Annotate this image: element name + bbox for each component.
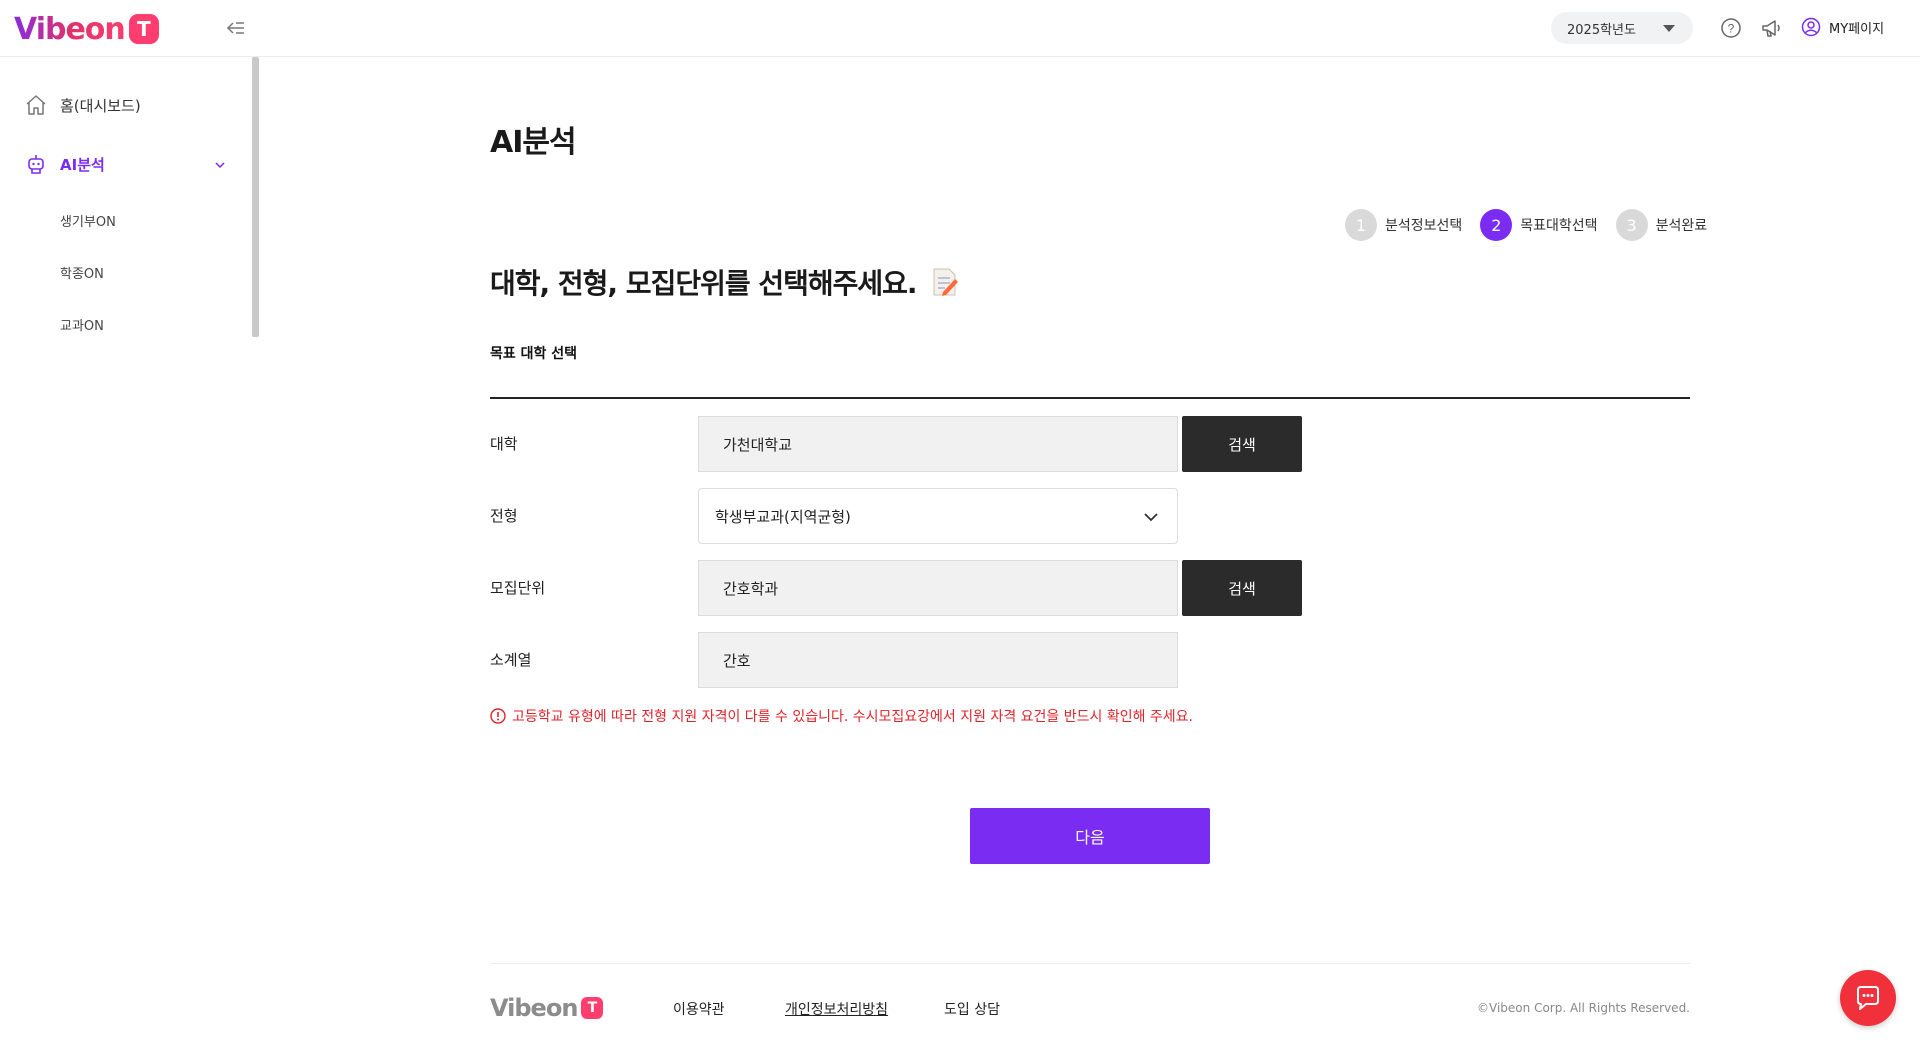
section-title: 목표 대학 선택 xyxy=(490,346,578,362)
school-year-select[interactable]: 2025학년도 xyxy=(1551,12,1693,44)
sidebar-collapse-button[interactable] xyxy=(224,16,248,40)
step-number: 2 xyxy=(1480,209,1513,241)
caret-down-icon xyxy=(1663,25,1675,32)
admission-type-select[interactable]: 학생부교과(지역균형) xyxy=(698,488,1178,544)
sidebar-item-label: 홈(대시보드) xyxy=(60,96,141,115)
school-year-value: 2025학년도 xyxy=(1567,22,1636,38)
headline-text: 대학, 전형, 모집단위를 선택해주세요. xyxy=(490,267,918,300)
footer-logo-badge: T xyxy=(581,997,604,1019)
top-header: Vibeon T 2025학년도 ? MY페이지 xyxy=(0,0,1920,57)
admission-type-value: 학생부교과(지역균형) xyxy=(715,507,851,526)
chevron-down-icon[interactable] xyxy=(213,158,227,172)
sub-field-label: 소계열 xyxy=(490,651,532,669)
step-label: 분석정보선택 xyxy=(1385,218,1463,234)
step-number: 3 xyxy=(1615,209,1648,241)
headline: 대학, 전형, 모집단위를 선택해주세요. xyxy=(490,262,959,302)
recruit-unit-search-button[interactable]: 검색 xyxy=(1182,560,1302,616)
sidebar-subitem-hakjong-on[interactable]: 학종ON xyxy=(60,263,104,282)
step-number: 1 xyxy=(1345,209,1377,241)
sidebar-item-home[interactable]: 홈(대시보드) xyxy=(24,93,141,117)
eligibility-notice: 고등학교 유형에 따라 전형 지원 자격이 다를 수 있습니다. 수시모집요강에… xyxy=(490,706,1193,726)
step-1: 1 분석정보선택 xyxy=(1345,209,1462,241)
notice-text: 고등학교 유형에 따라 전형 지원 자격이 다를 수 있습니다. 수시모집요강에… xyxy=(512,709,1194,725)
sidebar-item-ai-analysis[interactable]: AI분석 xyxy=(24,152,105,176)
recruit-unit-label: 모집단위 xyxy=(490,579,546,597)
megaphone-icon[interactable] xyxy=(1760,17,1782,39)
mypage-label: MY페이지 xyxy=(1829,21,1885,37)
recruit-unit-value: 간호학과 xyxy=(723,579,779,598)
collapse-arrow-icon xyxy=(226,22,244,34)
mypage-link[interactable]: MY페이지 xyxy=(1801,17,1884,37)
step-3: 3 분석완료 xyxy=(1615,209,1708,241)
memo-pencil-icon xyxy=(933,268,958,296)
svg-text:?: ? xyxy=(1728,22,1735,36)
admission-type-label: 전형 xyxy=(490,507,518,525)
university-label: 대학 xyxy=(490,435,518,453)
warning-circle-icon xyxy=(490,708,506,724)
university-search-button[interactable]: 검색 xyxy=(1182,416,1302,472)
chat-button[interactable] xyxy=(1840,970,1896,1026)
home-icon xyxy=(26,95,46,115)
progress-stepper: 1 분석정보선택 2 목표대학선택 3 분석완료 xyxy=(1337,209,1707,241)
brand-logo[interactable]: Vibeon T xyxy=(14,11,159,47)
help-icon[interactable]: ? xyxy=(1720,17,1742,39)
chat-bubble-icon xyxy=(1857,986,1879,1010)
sub-field-field[interactable]: 간호 xyxy=(698,632,1178,688)
terms-link[interactable]: 이용약관 xyxy=(673,999,725,1019)
university-field[interactable]: 가천대학교 xyxy=(698,416,1178,472)
sidebar-scrollbar[interactable] xyxy=(252,57,259,337)
sidebar-subitem-gyogwa-on[interactable]: 교과ON xyxy=(60,315,104,334)
robot-icon xyxy=(28,155,44,174)
privacy-policy-link[interactable]: 개인정보처리방침 xyxy=(785,999,888,1019)
university-value: 가천대학교 xyxy=(723,435,793,454)
sidebar-item-label: AI분석 xyxy=(60,155,105,174)
user-circle-icon xyxy=(1801,17,1821,37)
footer-logo: Vibeon T xyxy=(490,994,604,1022)
next-button[interactable]: 다음 xyxy=(970,808,1210,864)
step-label: 분석완료 xyxy=(1655,218,1708,234)
step-label: 목표대학선택 xyxy=(1520,218,1598,234)
sidebar-subitem-saenggibu-on[interactable]: 생기부ON xyxy=(60,211,116,230)
logo-badge: T xyxy=(128,14,159,44)
sidebar xyxy=(0,57,260,1049)
sub-field-value: 간호 xyxy=(723,651,751,670)
section-divider xyxy=(490,397,1690,399)
copyright: ©Vibeon Corp. All Rights Reserved. xyxy=(1477,1001,1690,1015)
recruit-unit-field[interactable]: 간호학과 xyxy=(698,560,1178,616)
page-title: AI분석 xyxy=(490,125,577,160)
consultation-link[interactable]: 도입 상담 xyxy=(944,999,1000,1019)
step-2: 2 목표대학선택 xyxy=(1480,209,1598,241)
logo-text: Vibeon xyxy=(14,11,126,47)
footer-divider xyxy=(490,963,1690,964)
footer-logo-text: Vibeon xyxy=(490,994,578,1022)
chevron-down-icon xyxy=(1144,513,1158,522)
